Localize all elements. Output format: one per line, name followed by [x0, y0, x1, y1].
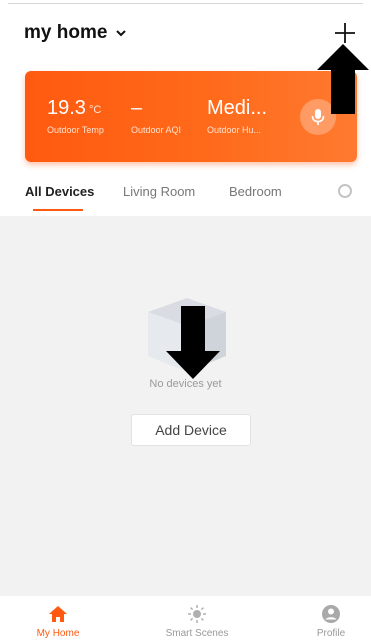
weather-card[interactable]: 19.3 °C Outdoor Temp – Outdoor AQI Medi..… [25, 71, 357, 162]
arrow-up-annotation [317, 44, 369, 114]
active-tab-indicator [33, 209, 83, 211]
tab-bedroom[interactable]: Bedroom [229, 184, 282, 199]
plus-icon[interactable] [334, 22, 356, 44]
add-device-button[interactable]: Add Device [131, 414, 251, 446]
sun-icon [188, 605, 206, 623]
outdoor-aqi-value: – [131, 97, 143, 119]
device-list-area: No devices yet Add Device [0, 216, 371, 596]
home-icon [49, 606, 67, 622]
nav-my-home[interactable]: My Home [8, 604, 108, 639]
profile-icon [322, 605, 340, 623]
chevron-down-icon [116, 30, 127, 37]
top-divider [8, 3, 363, 4]
nav-smart-scenes[interactable]: Smart Scenes [147, 604, 247, 639]
bottom-nav: My Home Smart Scenes Profile [0, 596, 371, 643]
nav-label: My Home [36, 628, 80, 639]
nav-label: Smart Scenes [165, 628, 229, 639]
outdoor-humidity-label: Outdoor Hu... [207, 125, 262, 135]
settings-circle-icon[interactable] [338, 184, 352, 198]
tab-living-room[interactable]: Living Room [123, 184, 195, 199]
home-selector[interactable]: my home [24, 22, 127, 44]
outdoor-temp-value: 19.3 °C [47, 97, 102, 119]
arrow-down-annotation [166, 306, 220, 379]
home-name: my home [24, 22, 108, 43]
nav-profile[interactable]: Profile [281, 604, 371, 639]
outdoor-aqi-label: Outdoor AQI [131, 125, 182, 135]
outdoor-humidity-value: Medi... [207, 97, 268, 119]
tab-all-devices[interactable]: All Devices [25, 184, 94, 199]
nav-label: Profile [316, 628, 346, 639]
outdoor-temp-label: Outdoor Temp [47, 125, 104, 135]
room-tabs: All Devices Living Room Bedroom [0, 180, 371, 212]
temp-unit: °C [88, 104, 102, 116]
